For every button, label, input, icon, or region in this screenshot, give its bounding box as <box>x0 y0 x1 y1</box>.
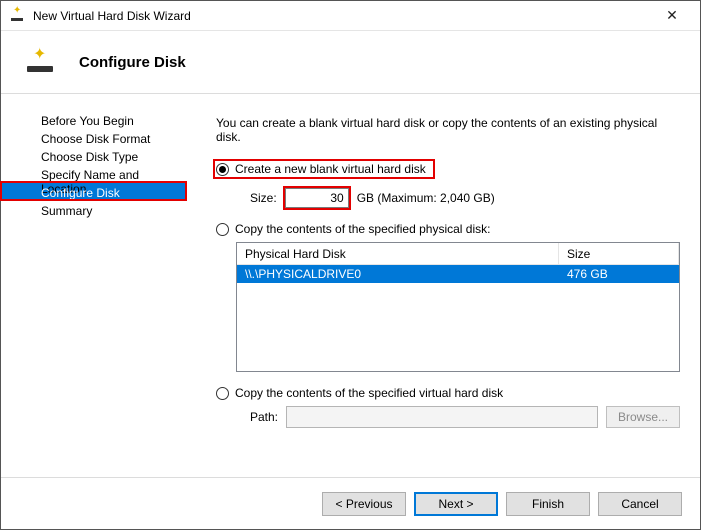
window-title: New Virtual Hard Disk Wizard <box>33 9 652 23</box>
size-label: Size: <box>250 191 277 205</box>
next-button[interactable]: Next > <box>414 492 498 516</box>
option-physical-label: Copy the contents of the specified physi… <box>235 222 490 236</box>
size-suffix: GB (Maximum: 2,040 GB) <box>357 191 495 205</box>
option-physical-group: Copy the contents of the specified physi… <box>216 222 680 372</box>
cell-size: 476 GB <box>559 267 679 281</box>
nav-choose-disk-type[interactable]: Choose Disk Type <box>1 146 186 164</box>
radio-blank[interactable] <box>216 163 229 176</box>
wizard-icon-large <box>25 46 57 78</box>
wizard-nav: Before You Begin Choose Disk Format Choo… <box>1 102 186 472</box>
option-blank-label: Create a new blank virtual hard disk <box>235 162 426 176</box>
option-virtual-label: Copy the contents of the specified virtu… <box>235 386 503 400</box>
wizard-body: Before You Begin Choose Disk Format Choo… <box>1 102 700 472</box>
nav-specify-name-location[interactable]: Specify Name and Location <box>1 164 186 182</box>
browse-button: Browse... <box>606 406 680 428</box>
close-button[interactable]: ✕ <box>652 2 692 30</box>
path-row: Path: Browse... <box>250 406 680 428</box>
physical-disk-table[interactable]: Physical Hard Disk Size \\.\PHYSICALDRIV… <box>236 242 680 372</box>
nav-summary[interactable]: Summary <box>1 200 186 218</box>
col-name[interactable]: Physical Hard Disk <box>237 243 559 264</box>
cancel-button[interactable]: Cancel <box>598 492 682 516</box>
physical-disk-table-wrap: Physical Hard Disk Size \\.\PHYSICALDRIV… <box>236 242 680 372</box>
nav-configure-disk[interactable]: Configure Disk <box>1 182 186 200</box>
wizard-footer: < Previous Next > Finish Cancel <box>1 477 700 529</box>
size-input[interactable] <box>285 188 349 208</box>
divider <box>1 93 700 94</box>
nav-choose-disk-format[interactable]: Choose Disk Format <box>1 128 186 146</box>
col-size[interactable]: Size <box>559 243 679 264</box>
option-virtual-group: Copy the contents of the specified virtu… <box>216 386 680 428</box>
size-row: Size: GB (Maximum: 2,040 GB) <box>250 188 680 208</box>
nav-before-you-begin[interactable]: Before You Begin <box>1 110 186 128</box>
radio-virtual[interactable] <box>216 387 229 400</box>
option-physical-row[interactable]: Copy the contents of the specified physi… <box>216 222 680 236</box>
option-blank-row[interactable]: Create a new blank virtual hard disk <box>216 162 432 176</box>
finish-button[interactable]: Finish <box>506 492 590 516</box>
wizard-icon <box>9 8 25 24</box>
radio-physical[interactable] <box>216 223 229 236</box>
page-title: Configure Disk <box>79 54 186 71</box>
intro-text: You can create a blank virtual hard disk… <box>216 116 680 144</box>
option-blank-group: Create a new blank virtual hard disk Siz… <box>216 158 680 208</box>
path-label: Path: <box>250 410 278 424</box>
path-input <box>286 406 598 428</box>
previous-button[interactable]: < Previous <box>322 492 406 516</box>
wizard-content: You can create a blank virtual hard disk… <box>186 102 700 472</box>
table-row[interactable]: \\.\PHYSICALDRIVE0 476 GB <box>237 265 679 283</box>
cell-name: \\.\PHYSICALDRIVE0 <box>237 267 559 281</box>
table-header: Physical Hard Disk Size <box>237 243 679 265</box>
page-header: Configure Disk <box>1 31 700 93</box>
option-virtual-row[interactable]: Copy the contents of the specified virtu… <box>216 386 680 400</box>
titlebar: New Virtual Hard Disk Wizard ✕ <box>1 1 700 31</box>
